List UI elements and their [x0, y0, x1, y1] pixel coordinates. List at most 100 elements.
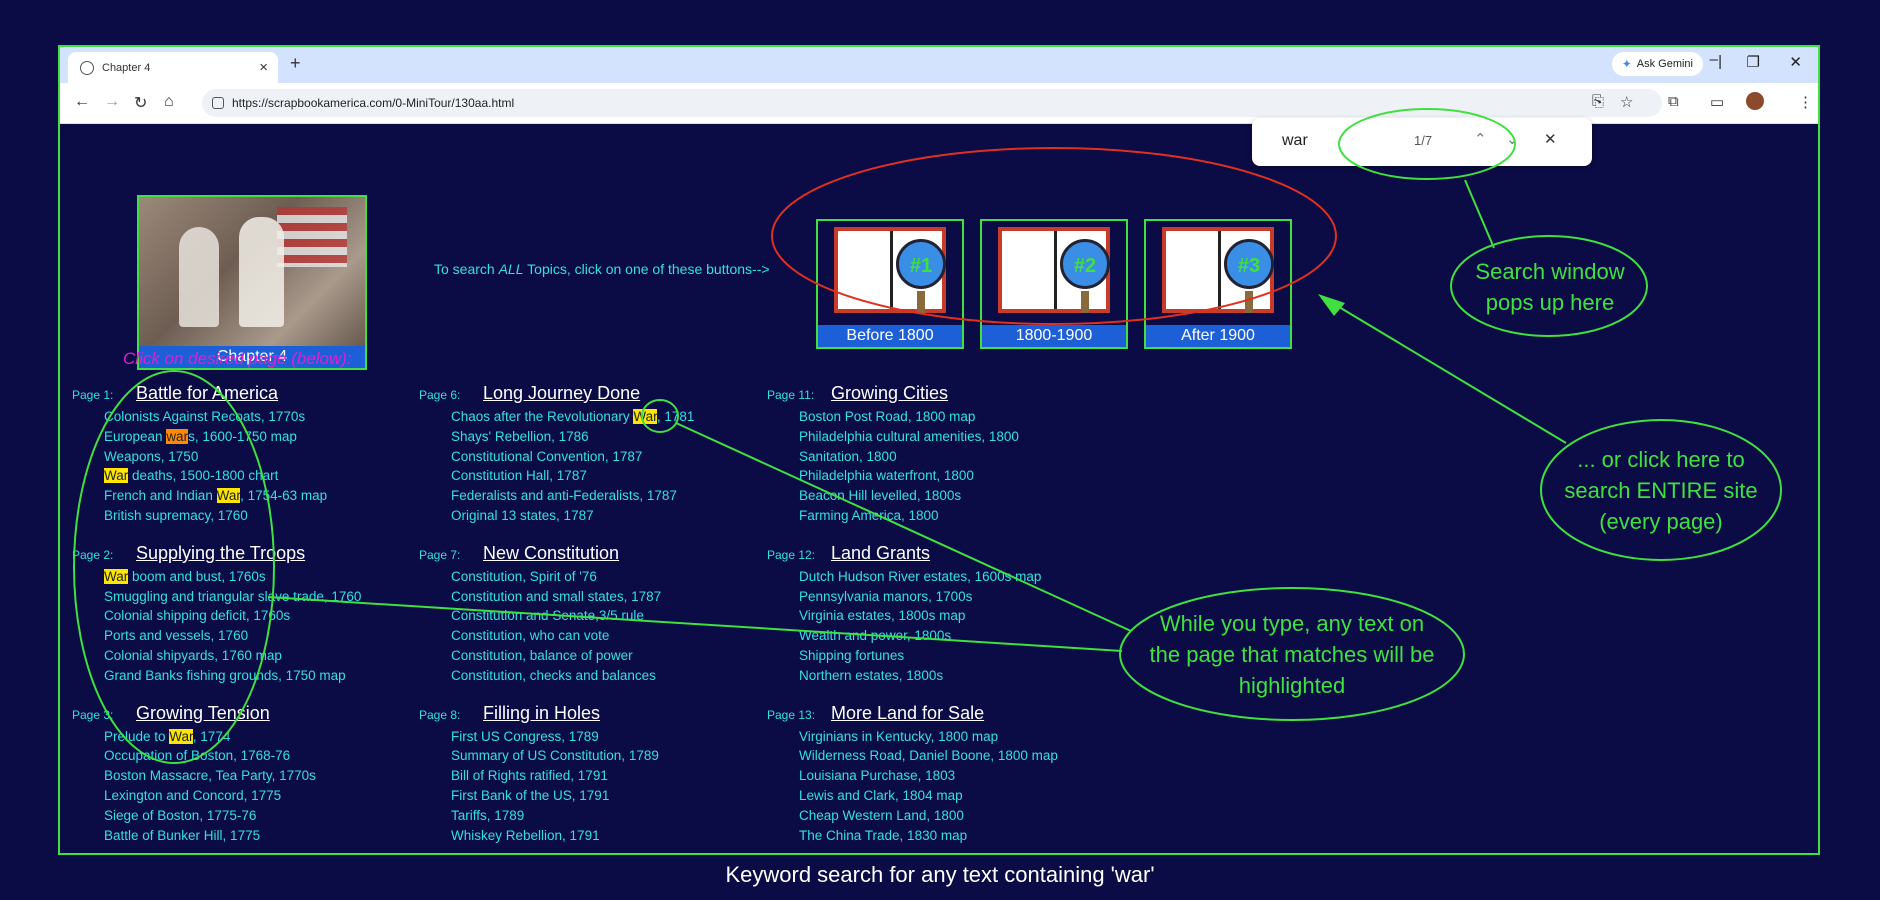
- topic-link[interactable]: Constitutional Convention, 1787: [419, 447, 694, 467]
- topic-link[interactable]: Chaos after the Revolutionary War, 1781: [419, 407, 694, 427]
- address-bar[interactable]: https://scrapbookamerica.com/0-MiniTour/…: [202, 89, 1662, 117]
- soldier-figure: [239, 217, 284, 327]
- topic-link[interactable]: Cheap Western Land, 1800: [767, 806, 1058, 826]
- back-icon[interactable]: ←: [74, 93, 90, 111]
- topic-link[interactable]: Prelude to War, 1774: [72, 727, 361, 747]
- restore-icon[interactable]: ❐: [1747, 53, 1760, 71]
- topic-link[interactable]: Constitution, who can vote: [419, 626, 694, 646]
- tab-chapter-4[interactable]: Chapter 4 ×: [68, 52, 278, 83]
- topic-link[interactable]: Louisiana Purchase, 1803: [767, 766, 1058, 786]
- tab-bar: Chapter 4 × + ✦ Ask Gemini | – ❐ ✕: [60, 47, 1818, 83]
- topic-link[interactable]: War deaths, 1500-1800 chart: [72, 466, 361, 486]
- topic-link[interactable]: Whiskey Rebellion, 1791: [419, 826, 694, 846]
- topic-link[interactable]: Northern estates, 1800s: [767, 666, 1058, 686]
- reload-icon[interactable]: ↻: [134, 93, 147, 113]
- topic-link[interactable]: European wars, 1600-1750 map: [72, 427, 361, 447]
- click-desired-heading: Click on desired page (below):: [123, 349, 352, 368]
- site-info-icon[interactable]: [212, 97, 224, 109]
- topic-link[interactable]: Sanitation, 1800: [767, 447, 1058, 467]
- minimize-icon[interactable]: –: [1710, 51, 1718, 68]
- topic-link[interactable]: Bill of Rights ratified, 1791: [419, 766, 694, 786]
- topic-link[interactable]: Dutch Hudson River estates, 1600s map: [767, 567, 1058, 587]
- page-title-link[interactable]: Land Grants: [831, 543, 930, 564]
- find-close-icon[interactable]: ✕: [1544, 130, 1557, 148]
- topic-link[interactable]: Boston Massacre, Tea Party, 1770s: [72, 766, 361, 786]
- find-previous-icon[interactable]: ⌃: [1474, 130, 1487, 148]
- topic-link[interactable]: Wilderness Road, Daniel Boone, 1800 map: [767, 746, 1058, 766]
- search-all-instructions: To search ALL Topics, click on one of th…: [434, 261, 770, 277]
- page-number: Page 7:: [419, 547, 461, 562]
- topic-link[interactable]: Constitution, balance of power: [419, 646, 694, 666]
- magnifier-handle: [917, 291, 925, 313]
- topic-link[interactable]: Smuggling and triangular slave trade, 17…: [72, 587, 361, 607]
- topic-link[interactable]: War boom and bust, 1760s: [72, 567, 361, 587]
- find-in-page-icon[interactable]: ⎘: [1592, 93, 1604, 110]
- find-input[interactable]: war: [1282, 132, 1308, 150]
- topic-link[interactable]: Boston Post Road, 1800 map: [767, 407, 1058, 427]
- topic-link[interactable]: Constitution, checks and balances: [419, 666, 694, 686]
- topic-link[interactable]: Grand Banks fishing grounds, 1750 map: [72, 666, 361, 686]
- topic-link[interactable]: The China Trade, 1830 map: [767, 826, 1058, 846]
- topic-link[interactable]: Colonial shipping deficit, 1760s: [72, 606, 361, 626]
- topic-link[interactable]: Constitution and Senate,3/5 rule: [419, 606, 694, 626]
- close-tab-icon[interactable]: ×: [259, 59, 268, 76]
- topic-link[interactable]: Tariffs, 1789: [419, 806, 694, 826]
- topic-link[interactable]: Colonial shipyards, 1760 map: [72, 646, 361, 666]
- topic-link[interactable]: Wealth and power, 1800s: [767, 626, 1058, 646]
- topic-link[interactable]: Summary of US Constitution, 1789: [419, 746, 694, 766]
- page-title-link[interactable]: More Land for Sale: [831, 703, 984, 724]
- search-button-after-1900[interactable]: #3 After 1900: [1144, 219, 1292, 349]
- topic-link[interactable]: Lexington and Concord, 1775: [72, 786, 361, 806]
- topic-link[interactable]: Original 13 states, 1787: [419, 506, 694, 526]
- page-title-link[interactable]: Supplying the Troops: [136, 543, 305, 564]
- ask-gemini-button[interactable]: ✦ Ask Gemini: [1611, 52, 1703, 76]
- topic-link[interactable]: Shipping fortunes: [767, 646, 1058, 666]
- topic-link[interactable]: Philadelphia waterfront, 1800: [767, 466, 1058, 486]
- topic-link[interactable]: French and Indian War, 1754-63 map: [72, 486, 361, 506]
- topic-link[interactable]: First Bank of the US, 1791: [419, 786, 694, 806]
- topic-link[interactable]: Battle of Bunker Hill, 1775: [72, 826, 361, 846]
- topic-link[interactable]: Shays' Rebellion, 1786: [419, 427, 694, 447]
- ask-gemini-label: Ask Gemini: [1636, 58, 1693, 70]
- page-group: Page 6: Long Journey Done Chaos after the …: [419, 383, 694, 526]
- topic-link[interactable]: Constitution Hall, 1787: [419, 466, 694, 486]
- topic-link[interactable]: Occupation of Boston, 1768-76: [72, 746, 361, 766]
- search-button-before-1800[interactable]: #1 Before 1800: [816, 219, 964, 349]
- bookmark-star-icon[interactable]: ☆: [1620, 93, 1633, 111]
- page-title-link[interactable]: Long Journey Done: [483, 383, 640, 404]
- home-icon[interactable]: ⌂: [164, 93, 174, 111]
- extensions-icon[interactable]: ⧉: [1668, 93, 1679, 110]
- topic-link[interactable]: Weapons, 1750: [72, 447, 361, 467]
- topic-link[interactable]: Lewis and Clark, 1804 map: [767, 786, 1058, 806]
- side-panel-icon[interactable]: ▭: [1710, 93, 1724, 111]
- forward-icon[interactable]: →: [104, 93, 120, 111]
- topic-link[interactable]: Constitution and small states, 1787: [419, 587, 694, 607]
- topic-link[interactable]: Pennsylvania manors, 1700s: [767, 587, 1058, 607]
- topic-link[interactable]: Siege of Boston, 1775-76: [72, 806, 361, 826]
- topic-link[interactable]: Philadelphia cultural amenities, 1800: [767, 427, 1058, 447]
- page-title-link[interactable]: Battle for America: [136, 383, 278, 404]
- topic-link[interactable]: Virginians in Kentucky, 1800 map: [767, 727, 1058, 747]
- chapter-4-image-link[interactable]: Chapter 4: [137, 195, 367, 370]
- page-title-link[interactable]: Growing Cities: [831, 383, 948, 404]
- search-button-1800-1900[interactable]: #2 1800-1900: [980, 219, 1128, 349]
- page-heading: Page 7: New Constitution: [419, 543, 694, 567]
- menu-icon[interactable]: ⋮: [1798, 93, 1813, 111]
- topic-link[interactable]: British supremacy, 1760: [72, 506, 361, 526]
- find-next-icon[interactable]: ⌄: [1506, 130, 1519, 148]
- page-title-link[interactable]: New Constitution: [483, 543, 619, 564]
- close-window-icon[interactable]: ✕: [1789, 53, 1802, 71]
- topic-link[interactable]: First US Congress, 1789: [419, 727, 694, 747]
- profile-avatar[interactable]: [1746, 92, 1764, 110]
- topic-link[interactable]: Beacon Hill levelled, 1800s: [767, 486, 1058, 506]
- topic-link[interactable]: Colonists Against Recoats, 1770s: [72, 407, 361, 427]
- topic-link[interactable]: Virginia estates, 1800s map: [767, 606, 1058, 626]
- page-title-link[interactable]: Filling in Holes: [483, 703, 600, 724]
- topic-link[interactable]: Federalists and anti-Federalists, 1787: [419, 486, 694, 506]
- new-tab-icon[interactable]: +: [290, 53, 301, 74]
- topic-link[interactable]: Constitution, Spirit of '76: [419, 567, 694, 587]
- topic-link[interactable]: Ports and vessels, 1760: [72, 626, 361, 646]
- page-group: Page 8: Filling in Holes First US Congress…: [419, 703, 694, 846]
- topic-link[interactable]: Farming America, 1800: [767, 506, 1058, 526]
- page-title-link[interactable]: Growing Tension: [136, 703, 270, 724]
